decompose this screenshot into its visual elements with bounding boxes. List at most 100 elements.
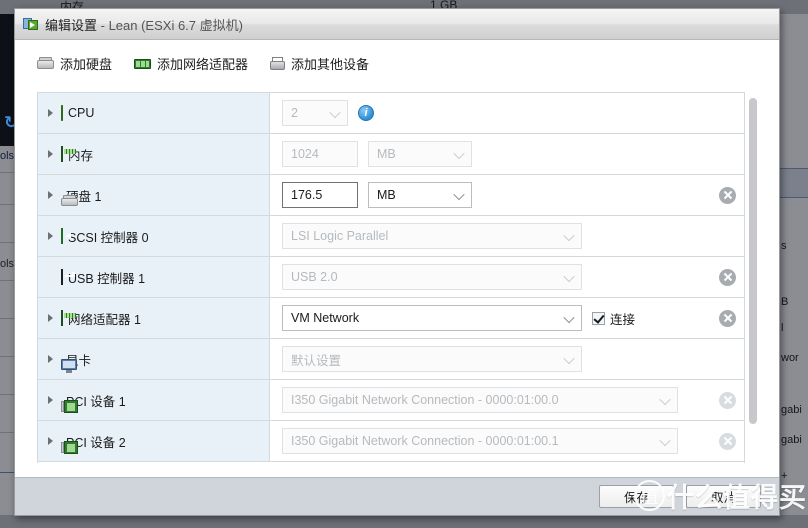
table-row: USB 控制器 1 USB 2.0 <box>38 257 744 298</box>
device-row-label-cell-scsi-controller-0[interactable]: SCSI 控制器 0 <box>38 216 270 256</box>
dialog-footer: 保存 取消 <box>15 477 779 515</box>
chevron-right-icon[interactable] <box>46 313 56 323</box>
chevron-right-icon[interactable] <box>46 395 56 405</box>
background-right-fragment-0: s <box>781 240 787 252</box>
pci-device-2-select: I350 Gigabit Network Connection - 0000:0… <box>282 428 678 454</box>
device-row-controls-usb-controller-1: USB 2.0 <box>270 257 744 297</box>
screen: ols ↻ ols s B l wor gabi gabi + 内存 1 GB <box>0 0 808 528</box>
network-portgroup-select[interactable]: VM Network <box>282 305 582 331</box>
background-right-fragment-1: B <box>781 296 789 308</box>
device-label-network-adapter-1: 网络适配器 1 <box>68 312 141 327</box>
device-label-memory: 内存 <box>68 148 94 163</box>
remove-device-pci-device-1-button[interactable] <box>719 391 736 409</box>
video-card-mode-select: 默认设置 <box>282 346 582 372</box>
cancel-button[interactable]: 取消 <box>686 485 761 508</box>
chevron-right-icon[interactable] <box>46 231 56 241</box>
device-label-usb-controller-1: USB 控制器 1 <box>68 271 146 286</box>
cpu-icon <box>61 105 63 121</box>
device-row-controls-hard-disk-1: 176.5 MB <box>270 175 744 215</box>
background-right-fragment-5: gabi <box>781 434 802 446</box>
device-row-label-cell-usb-controller-1[interactable]: USB 控制器 1 <box>38 257 270 297</box>
background-left-fragment-1: ols <box>0 150 15 162</box>
add-hard-disk-button[interactable]: 添加硬盘 <box>37 54 112 73</box>
chevron-right-icon[interactable] <box>46 190 56 200</box>
memory-unit-select: MB <box>368 141 472 167</box>
dialog-title-rest: - Lean (ESXi 6.7 虚拟机) <box>97 17 243 33</box>
background-right-fragment-2: l <box>781 322 784 334</box>
table-row: 硬盘 1 176.5 MB <box>38 175 744 216</box>
chevron-right-icon[interactable] <box>46 354 56 364</box>
device-row-controls-scsi-controller-0: LSI Logic Parallel <box>270 216 744 256</box>
cpu-count-select: 2 <box>282 100 348 126</box>
device-row-label-cell-video-card[interactable]: 显卡 <box>38 339 270 379</box>
add-other-device-button[interactable]: 添加其他设备 <box>270 54 369 73</box>
add-hard-disk-label: 添加硬盘 <box>60 57 113 72</box>
dialog-titlebar[interactable]: 编辑设置 - Lean (ESXi 6.7 虚拟机) <box>15 9 779 40</box>
chevron-right-icon[interactable] <box>46 149 56 159</box>
table-row: PCI 设备 2 I350 Gigabit Network Connection … <box>38 421 744 462</box>
device-table-wrapper: CPU 2 i 内存 1024 MB 硬盘 1 176.5 MB SCSI 控制器 0 LSI Lo… <box>37 92 761 463</box>
background-selected-row <box>780 168 808 198</box>
dialog-title: 编辑设置 - Lean (ESXi 6.7 虚拟机) <box>45 15 243 34</box>
background-right-fragment-3: wor <box>781 352 799 364</box>
background-left-fragment-2: ols <box>0 258 15 270</box>
twisty-placeholder <box>46 272 56 282</box>
table-row: CPU 2 i <box>38 93 744 134</box>
background-right-fragment-6: + <box>781 470 788 482</box>
add-network-adapter-icon <box>134 58 152 70</box>
device-row-label-cell-cpu[interactable]: CPU <box>38 93 270 133</box>
pci-device-1-select: I350 Gigabit Network Connection - 0000:0… <box>282 387 678 413</box>
save-button[interactable]: 保存 <box>599 485 674 508</box>
network-connect-checkbox-wrapper[interactable]: 连接 <box>592 309 635 328</box>
scsi-controller-type-select: LSI Logic Parallel <box>282 223 582 249</box>
scrollbar-thumb[interactable] <box>749 98 757 424</box>
add-other-device-icon <box>270 56 286 71</box>
network-connect-checkbox-label: 连接 <box>610 312 636 327</box>
remove-device-pci-device-2-button[interactable] <box>719 432 736 450</box>
remove-device-usb-controller-1-button[interactable] <box>719 268 736 286</box>
table-row: PCI 设备 1 I350 Gigabit Network Connection … <box>38 380 744 421</box>
device-row-label-cell-hard-disk-1[interactable]: 硬盘 1 <box>38 175 270 215</box>
add-network-adapter-button[interactable]: 添加网络适配器 <box>134 54 248 73</box>
chevron-right-icon[interactable] <box>46 436 56 446</box>
edit-settings-dialog: 编辑设置 - Lean (ESXi 6.7 虚拟机) 添加硬盘 添加网络适配器 <box>14 8 780 516</box>
device-row-label-cell-network-adapter-1[interactable]: 网络适配器 1 <box>38 298 270 338</box>
remove-device-network-adapter-1-button[interactable] <box>719 309 736 327</box>
background-right-panel <box>780 14 808 528</box>
hard-disk-size-input[interactable]: 176.5 <box>282 182 358 208</box>
memory-size-input: 1024 <box>282 141 358 167</box>
device-row-controls-pci-device-2: I350 Gigabit Network Connection - 0000:0… <box>270 421 744 461</box>
device-toolbar: 添加硬盘 添加网络适配器 添加其他设备 <box>15 40 779 83</box>
device-table-scrollbar[interactable] <box>745 92 761 463</box>
table-row: 内存 1024 MB <box>38 134 744 175</box>
network-adapter-icon <box>61 310 63 326</box>
table-row: 显卡 默认设置 <box>38 339 744 380</box>
scsi-controller-icon <box>61 228 63 244</box>
device-label-cpu: CPU <box>68 106 95 120</box>
table-row: SCSI 控制器 0 LSI Logic Parallel <box>38 216 744 257</box>
device-row-label-cell-memory[interactable]: 内存 <box>38 134 270 174</box>
add-other-device-label: 添加其他设备 <box>291 57 370 72</box>
memory-icon <box>61 146 63 162</box>
cpu-info-icon[interactable]: i <box>358 105 374 121</box>
table-row: 网络适配器 1 VM Network 连接 <box>38 298 744 339</box>
usb-controller-version-select: USB 2.0 <box>282 264 582 290</box>
add-network-adapter-label: 添加网络适配器 <box>157 57 249 72</box>
device-row-controls-video-card: 默认设置 <box>270 339 744 379</box>
device-label-scsi-controller-0: SCSI 控制器 0 <box>68 230 149 245</box>
background-bottom-strip <box>0 515 808 528</box>
device-row-controls-pci-device-1: I350 Gigabit Network Connection - 0000:0… <box>270 380 744 420</box>
device-table: CPU 2 i 内存 1024 MB 硬盘 1 176.5 MB SCSI 控制器 0 LSI Lo… <box>37 92 745 463</box>
hard-disk-unit-select[interactable]: MB <box>368 182 472 208</box>
remove-device-hard-disk-1-button[interactable] <box>719 186 736 204</box>
device-row-label-cell-pci-device-1[interactable]: PCI 设备 1 <box>38 380 270 420</box>
device-row-controls-cpu: 2i <box>270 93 744 133</box>
add-hard-disk-icon <box>37 57 54 70</box>
background-right-fragment-4: gabi <box>781 404 802 416</box>
device-row-controls-network-adapter-1: VM Network 连接 <box>270 298 744 338</box>
dialog-title-main: 编辑设置 <box>45 17 98 33</box>
network-connect-checkbox[interactable] <box>592 311 605 325</box>
chevron-right-icon[interactable] <box>46 108 56 118</box>
vm-settings-icon <box>23 16 39 32</box>
device-row-label-cell-pci-device-2[interactable]: PCI 设备 2 <box>38 421 270 461</box>
